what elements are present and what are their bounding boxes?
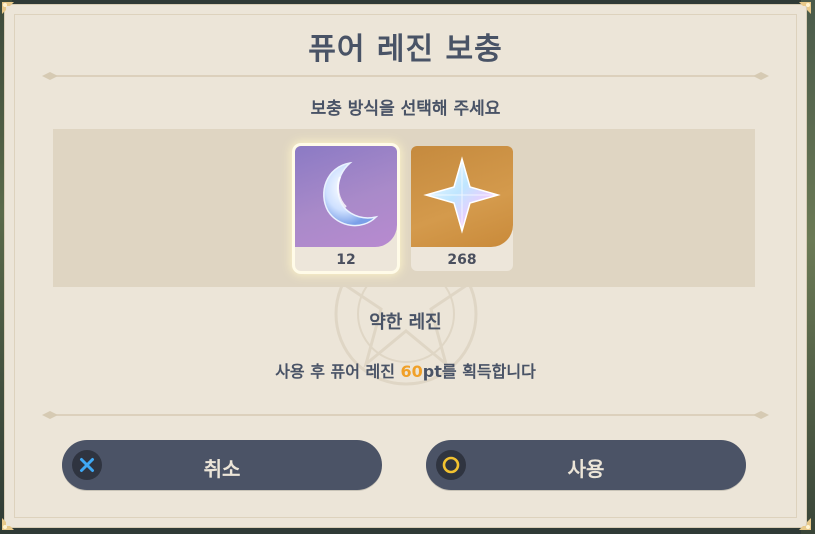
resin-refill-dialog: 퓨어 레진 보충 보충 방식을 선택해 주세요 12 268 약한 레진 사용 … <box>2 2 811 530</box>
primogem-star-icon <box>422 155 502 235</box>
description-prefix: 사용 후 퓨어 레진 <box>275 362 401 381</box>
dialog-title: 퓨어 레진 보충 <box>308 32 503 67</box>
use-button-label: 사용 <box>567 457 605 481</box>
cancel-button-label: 취소 <box>203 457 241 481</box>
item-count: 12 <box>336 252 356 268</box>
resin-amount: 60 <box>400 362 423 381</box>
item-card-fragile-resin[interactable]: 12 <box>295 146 397 271</box>
use-button[interactable]: 사용 <box>426 440 746 490</box>
item-card-primogem[interactable]: 268 <box>411 146 513 271</box>
corner-ornament-icon <box>0 0 22 22</box>
item-count: 268 <box>447 252 477 268</box>
moon-crescent-icon <box>306 155 386 235</box>
item-description: 사용 후 퓨어 레진 60pt를 획득합니다 <box>4 358 807 382</box>
bottom-divider <box>42 409 769 421</box>
description-suffix: pt를 획득합니다 <box>422 362 536 381</box>
top-divider <box>42 70 769 82</box>
dialog-subtitle: 보충 방식을 선택해 주세요 <box>310 99 501 119</box>
cancel-button[interactable]: 취소 <box>62 440 382 490</box>
corner-ornament-icon <box>0 510 22 532</box>
refill-item-list: 12 268 <box>53 129 755 287</box>
selected-item-name: 약한 레진 <box>369 312 442 333</box>
corner-ornament-icon <box>791 0 813 22</box>
corner-ornament-icon <box>791 510 813 532</box>
